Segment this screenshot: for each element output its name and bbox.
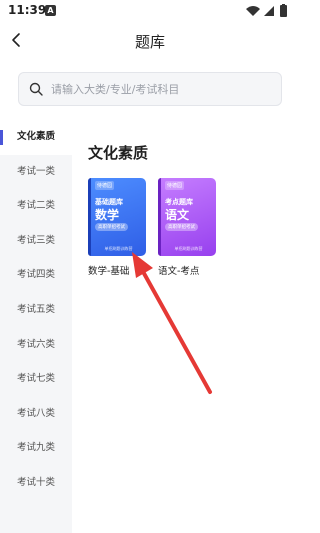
book-card-chinese-points[interactable]: 侍德园 考点题库 语文 高职单招考试 单招刷题训练营 xyxy=(158,178,216,256)
title-bar: 题库 xyxy=(0,22,300,58)
book-caption-math-basic[interactable]: 数学-基础 xyxy=(88,263,129,277)
status-icons xyxy=(246,4,287,17)
page-title: 题库 xyxy=(134,33,165,51)
sidebar-item-kaoshi-7[interactable]: 考试七类 xyxy=(0,362,72,397)
book-subject: 语文 xyxy=(165,208,190,222)
notification-icon: A xyxy=(45,5,56,16)
battery-icon xyxy=(280,4,287,17)
sidebar-item-kaoshi-1[interactable]: 考试一类 xyxy=(0,155,72,190)
book-tag: 高职单招考试 xyxy=(165,223,198,231)
book-brand: 侍德园 xyxy=(95,181,115,190)
sidebar-item-wenhua-suzhi[interactable]: 文化素质 xyxy=(0,120,72,155)
section-title: 文化素质 xyxy=(88,144,149,162)
search-input[interactable] xyxy=(51,73,275,105)
book-footer: 单招刷题训练营 xyxy=(174,246,203,251)
status-time: 11:39 xyxy=(8,3,47,17)
sidebar-item-kaoshi-2[interactable]: 考试二类 xyxy=(0,189,72,224)
sidebar-item-kaoshi-10[interactable]: 考试十类 xyxy=(0,466,72,501)
sidebar-item-kaoshi-6[interactable]: 考试六类 xyxy=(0,328,72,363)
book-subject: 数学 xyxy=(95,208,120,222)
wifi-icon xyxy=(246,6,260,16)
book-tag: 高职单招考试 xyxy=(95,223,128,231)
sidebar: 文化素质 考试一类 考试二类 考试三类 考试四类 考试五类 考试六类 考试七类 … xyxy=(0,120,72,533)
sidebar-item-kaoshi-4[interactable]: 考试四类 xyxy=(0,258,72,293)
status-bar: 11:39 A xyxy=(0,0,300,22)
search-icon xyxy=(29,82,43,96)
sidebar-item-kaoshi-9[interactable]: 考试九类 xyxy=(0,431,72,466)
sidebar-item-kaoshi-8[interactable]: 考试八类 xyxy=(0,397,72,432)
sidebar-item-kaoshi-5[interactable]: 考试五类 xyxy=(0,293,72,328)
book-card-math-basic[interactable]: 侍德园 基础题库 数学 高职单招考试 单招刷题训练营 xyxy=(88,178,146,256)
sidebar-item-kaoshi-3[interactable]: 考试三类 xyxy=(0,224,72,259)
signal-icon xyxy=(264,6,274,16)
book-footer: 单招刷题训练营 xyxy=(104,246,133,251)
search-box[interactable] xyxy=(18,72,282,106)
book-caption-chinese-points[interactable]: 语文-考点 xyxy=(158,263,199,277)
book-brand: 侍德园 xyxy=(165,181,185,190)
